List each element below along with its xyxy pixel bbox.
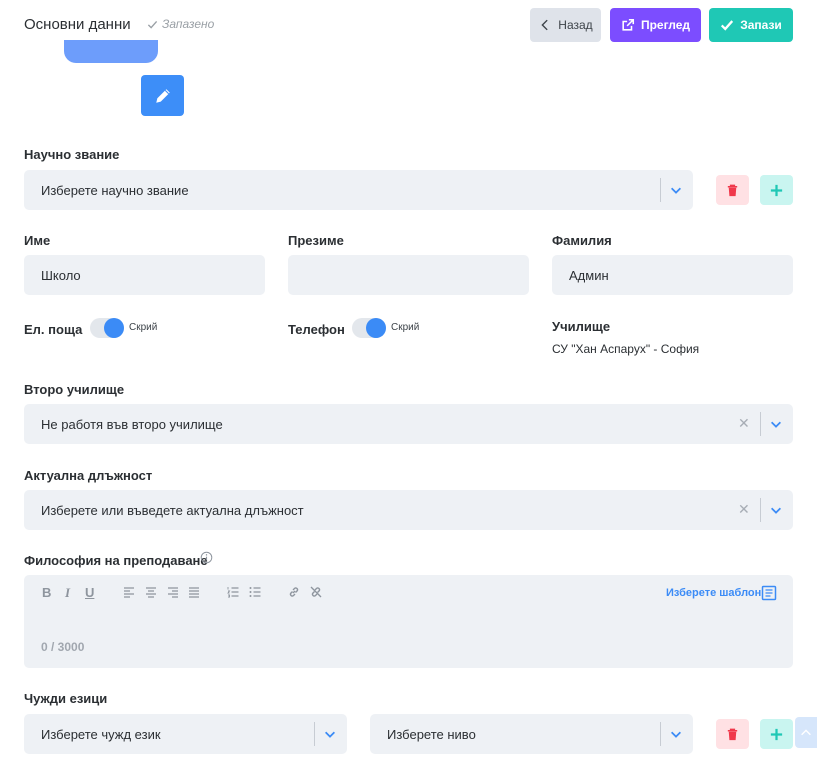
- plus-icon: [770, 728, 783, 740]
- chevron-left-icon: [541, 19, 548, 31]
- foreign-language-select[interactable]: Изберете чужд език: [24, 714, 347, 754]
- language-level-select[interactable]: Изберете ниво: [370, 714, 693, 754]
- preview-button-label: Преглед: [640, 18, 691, 32]
- clear-icon[interactable]: ✕: [738, 501, 750, 518]
- academic-title-label: Научно звание: [24, 147, 120, 162]
- school-label: Училище: [552, 319, 611, 334]
- teaching-philosophy-label: Философия на преподаване: [24, 553, 208, 568]
- italic-icon[interactable]: I: [65, 585, 70, 601]
- email-visibility-toggle[interactable]: [90, 318, 124, 338]
- first-name-field[interactable]: Школо: [24, 255, 265, 295]
- save-status-text: Запазено: [162, 17, 215, 31]
- phone-label: Телефон: [288, 322, 345, 337]
- toggle-knob: [366, 318, 386, 338]
- info-icon[interactable]: [200, 551, 213, 564]
- school-value: СУ "Хан Аспарух" - София: [552, 342, 700, 356]
- last-name-field[interactable]: Админ: [552, 255, 793, 295]
- academic-title-placeholder: Изберете научно звание: [41, 182, 189, 198]
- save-button[interactable]: Запази: [709, 8, 793, 42]
- trash-icon: [727, 184, 738, 196]
- academic-title-select[interactable]: Изберете научно звание: [24, 170, 693, 210]
- divider: [760, 412, 761, 436]
- external-link-icon: [622, 18, 634, 31]
- middle-name-label: Презиме: [288, 233, 344, 248]
- delete-language-button[interactable]: [716, 719, 749, 749]
- page-title: Основни данни: [24, 16, 131, 33]
- email-toggle-label: Скрий: [129, 322, 158, 333]
- clear-icon[interactable]: ✕: [738, 415, 750, 432]
- chevron-up-icon: [801, 728, 811, 735]
- last-name-value: Админ: [569, 267, 609, 283]
- check-icon: [721, 20, 734, 31]
- current-position-label: Актуална длъжност: [24, 468, 153, 483]
- divider: [660, 178, 661, 202]
- middle-name-field[interactable]: [288, 255, 529, 295]
- chevron-down-icon[interactable]: [769, 503, 783, 517]
- bullet-list-icon[interactable]: [249, 586, 261, 598]
- back-button[interactable]: Назад: [530, 8, 601, 42]
- second-school-select[interactable]: Не работя във второ училище ✕: [24, 404, 793, 444]
- email-label: Ел. поща: [24, 322, 83, 337]
- edit-avatar-button[interactable]: [141, 75, 184, 116]
- pencil-icon: [155, 88, 170, 103]
- check-icon: [147, 20, 158, 29]
- trash-icon: [727, 728, 738, 740]
- plus-icon: [770, 184, 783, 196]
- foreign-languages-label: Чужди езици: [24, 691, 108, 706]
- chevron-down-icon[interactable]: [669, 727, 683, 741]
- delete-academic-title-button[interactable]: [716, 175, 749, 205]
- second-school-value: Не работя във второ училище: [41, 416, 223, 432]
- align-justify-icon[interactable]: [188, 586, 200, 598]
- foreign-language-placeholder: Изберете чужд език: [41, 726, 161, 742]
- document-template-icon[interactable]: [761, 585, 777, 601]
- last-name-label: Фамилия: [552, 233, 612, 248]
- language-level-placeholder: Изберете ниво: [387, 726, 476, 742]
- align-center-icon[interactable]: [145, 586, 157, 598]
- back-button-label: Назад: [558, 18, 593, 32]
- second-school-label: Второ училище: [24, 382, 125, 397]
- align-right-icon[interactable]: [167, 586, 179, 598]
- add-language-button[interactable]: [760, 719, 793, 749]
- unlink-icon[interactable]: [310, 586, 322, 598]
- save-button-label: Запази: [740, 18, 782, 32]
- first-name-value: Школо: [41, 267, 81, 283]
- divider: [660, 722, 661, 746]
- current-position-placeholder: Изберете или въведете актуална длъжност: [41, 502, 304, 518]
- preview-button[interactable]: Преглед: [610, 8, 701, 42]
- add-academic-title-button[interactable]: [760, 175, 793, 205]
- character-counter: 0 / 3000: [41, 640, 85, 654]
- avatar: [64, 40, 158, 63]
- save-status: Запазено: [147, 17, 214, 31]
- current-position-select[interactable]: Изберете или въведете актуална длъжност …: [24, 490, 793, 530]
- divider: [314, 722, 315, 746]
- ordered-list-icon[interactable]: [227, 586, 239, 598]
- link-icon[interactable]: [288, 586, 300, 598]
- toggle-knob: [104, 318, 124, 338]
- chevron-down-icon[interactable]: [769, 417, 783, 431]
- bold-icon[interactable]: B: [42, 585, 51, 600]
- divider: [760, 498, 761, 522]
- phone-visibility-toggle[interactable]: [352, 318, 386, 338]
- underline-icon[interactable]: U: [85, 585, 94, 600]
- chevron-down-icon[interactable]: [669, 183, 683, 197]
- choose-template-link[interactable]: Изберете шаблон: [666, 587, 761, 599]
- phone-toggle-label: Скрий: [391, 322, 420, 333]
- first-name-label: Име: [24, 233, 51, 248]
- align-left-icon[interactable]: [123, 586, 135, 598]
- chevron-down-icon[interactable]: [323, 727, 337, 741]
- scroll-to-top-button[interactable]: [795, 717, 817, 748]
